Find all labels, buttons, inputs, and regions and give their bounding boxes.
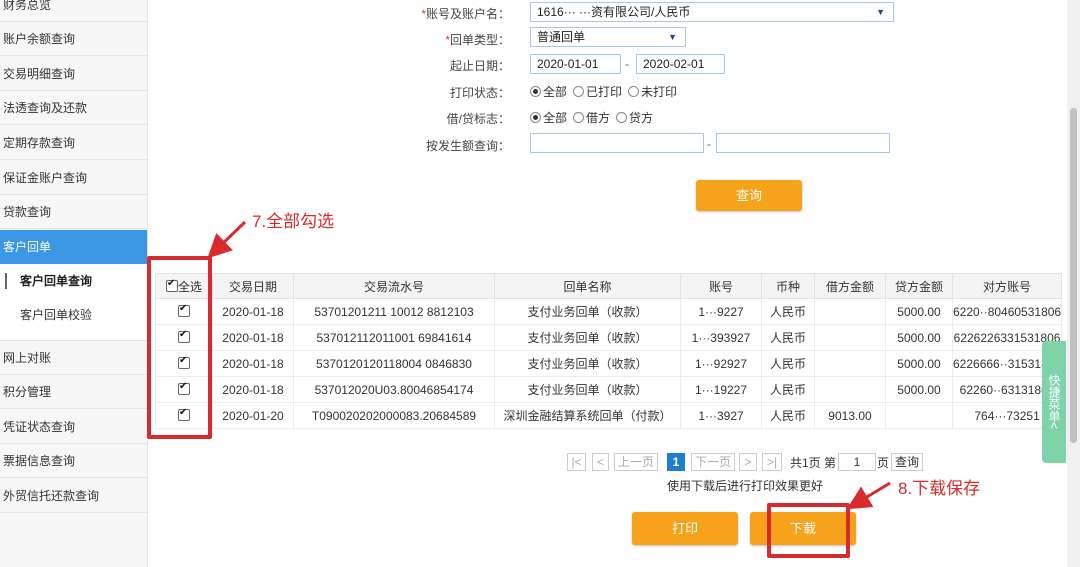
step8-arrow-icon bbox=[846, 481, 891, 510]
scrollbar-thumb[interactable] bbox=[1070, 108, 1077, 443]
scrollbar[interactable] bbox=[1067, 0, 1080, 567]
step7-arrow-icon bbox=[207, 220, 247, 259]
annotation-arrows bbox=[207, 220, 891, 510]
quick-menu-tab[interactable]: 快捷菜单< bbox=[1042, 341, 1066, 463]
